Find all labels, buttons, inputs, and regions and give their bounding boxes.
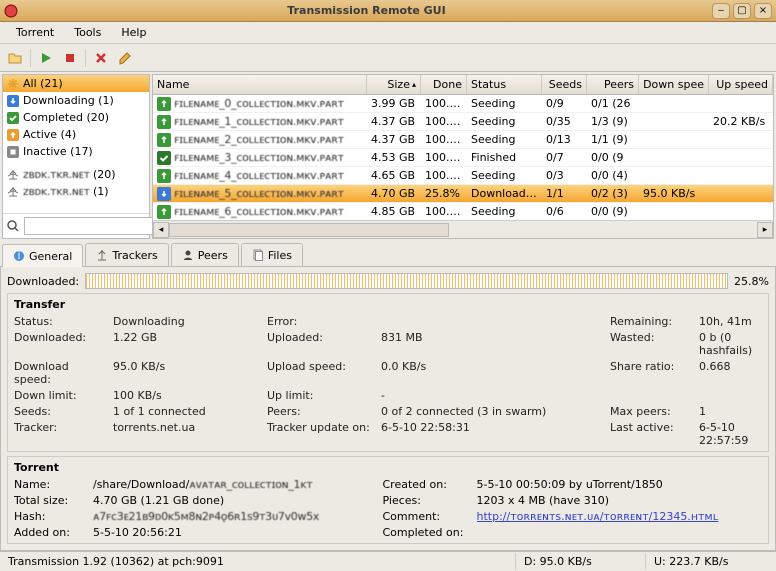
- sidebar: All (21)Downloading (1)Completed (20)Act…: [2, 74, 150, 239]
- status-connection: Transmission 1.92 (10362) at pch:9091: [0, 553, 516, 570]
- filter-item[interactable]: Inactive (17): [3, 143, 149, 160]
- status-icon: [157, 115, 171, 129]
- torrent-row[interactable]: ꜰɪʟᴇɴᴀᴍᴇ_2_ᴄᴏʟʟᴇᴄᴛɪᴏɴ.ᴍᴋᴠ.ᴘᴀʀᴛ4.37 GB100…: [153, 131, 773, 149]
- scroll-right-icon[interactable]: ▸: [757, 222, 773, 238]
- check-icon: [7, 112, 19, 124]
- svg-text:i: i: [17, 250, 20, 262]
- window-title: Transmission Remote GUI: [24, 4, 709, 17]
- tab-trackers[interactable]: Trackers: [85, 243, 168, 266]
- col-peers[interactable]: Peers: [587, 75, 639, 94]
- filter-item[interactable]: Downloading (1): [3, 92, 149, 109]
- transfer-title: Transfer: [14, 298, 762, 311]
- filter-item[interactable]: Active (4): [3, 126, 149, 143]
- titlebar: Transmission Remote GUI ‒ ▢ ×: [0, 0, 776, 22]
- asterisk-icon: [7, 78, 19, 90]
- torrent-title: Torrent: [14, 461, 762, 474]
- torrent-row[interactable]: ꜰɪʟᴇɴᴀᴍᴇ_3_ᴄᴏʟʟᴇᴄᴛɪᴏɴ.ᴍᴋᴠ.ᴘᴀʀᴛ4.53 GB100…: [153, 149, 773, 167]
- torrent-section: Torrent Name: /share/Download/ᴀᴠᴀᴛᴀʀ_ᴄᴏʟ…: [7, 456, 769, 544]
- downloaded-label: Downloaded:: [7, 275, 79, 288]
- status-icon: [157, 169, 171, 183]
- up-icon: [7, 129, 19, 141]
- app-icon: [4, 4, 18, 18]
- progress-bar: [85, 273, 728, 289]
- torrent-row[interactable]: ꜰɪʟᴇɴᴀᴍᴇ_0_ᴄᴏʟʟᴇᴄᴛɪᴏɴ.ᴍᴋᴠ.ᴘᴀʀᴛ3.99 GB100…: [153, 95, 773, 113]
- transfer-section: Transfer Status:Downloading Error: Remai…: [7, 293, 769, 452]
- statusbar: Transmission 1.92 (10362) at pch:9091 D:…: [0, 551, 776, 571]
- comment-link[interactable]: http://ᴛᴏʀʀᴇɴᴛꜱ.ɴᴇᴛ.ᴜᴀ/ᴛᴏʀʀᴇɴᴛ/12345.ʜᴛᴍ…: [477, 510, 763, 523]
- torrent-row[interactable]: ꜰɪʟᴇɴᴀᴍᴇ_5_ᴄᴏʟʟᴇᴄᴛɪᴏɴ.ᴍᴋᴠ.ᴘᴀʀᴛ4.70 GB25.…: [153, 185, 773, 203]
- column-headers: Name Size▴ Done Status Seeds Peers Down …: [153, 75, 773, 95]
- menu-tools[interactable]: Tools: [64, 24, 111, 41]
- col-status[interactable]: Status: [467, 75, 542, 94]
- minimize-button[interactable]: ‒: [712, 3, 730, 19]
- scroll-left-icon[interactable]: ◂: [153, 222, 169, 238]
- filter-item[interactable]: All (21): [3, 75, 149, 92]
- filter-item[interactable]: ᴢʙᴅᴋ.ᴛᴋʀ.ɴᴇᴛ (20): [3, 166, 149, 183]
- col-seeds[interactable]: Seeds: [542, 75, 587, 94]
- tracker-icon: [7, 186, 19, 198]
- col-upspeed[interactable]: Up speed: [709, 75, 773, 94]
- tab-peers[interactable]: Peers: [171, 243, 239, 266]
- col-downspeed[interactable]: Down spee: [639, 75, 709, 94]
- torrent-grid: Name Size▴ Done Status Seeds Peers Down …: [152, 74, 774, 239]
- search-icon: [6, 219, 20, 233]
- status-up: U: 223.7 KB/s: [646, 553, 776, 570]
- menu-torrent[interactable]: Torrent: [6, 24, 64, 41]
- toolbar: [0, 44, 776, 72]
- detail-tabs: iGeneral Trackers Peers Files: [0, 243, 776, 267]
- general-pane: Downloaded: 25.8% Transfer Status:Downlo…: [0, 267, 776, 551]
- start-button[interactable]: [35, 47, 57, 69]
- status-icon: [157, 151, 171, 165]
- remove-button[interactable]: [90, 47, 112, 69]
- horizontal-scrollbar[interactable]: ◂ ▸: [153, 220, 773, 238]
- tab-files[interactable]: Files: [241, 243, 303, 266]
- down-icon: [7, 95, 19, 107]
- preferences-button[interactable]: [114, 47, 136, 69]
- status-icon: [157, 187, 171, 201]
- status-icon: [157, 97, 171, 111]
- torrent-row[interactable]: ꜰɪʟᴇɴᴀᴍᴇ_1_ᴄᴏʟʟᴇᴄᴛɪᴏɴ.ᴍᴋᴠ.ᴘᴀʀᴛ4.37 GB100…: [153, 113, 773, 131]
- maximize-button[interactable]: ▢: [733, 3, 751, 19]
- menubar: Torrent Tools Help: [0, 22, 776, 44]
- status-icon: [157, 205, 171, 219]
- torrent-row[interactable]: ꜰɪʟᴇɴᴀᴍᴇ_4_ᴄᴏʟʟᴇᴄᴛɪᴏɴ.ᴍᴋᴠ.ᴘᴀʀᴛ4.65 GB100…: [153, 167, 773, 185]
- status-down: D: 95.0 KB/s: [516, 553, 646, 570]
- status-icon: [157, 133, 171, 147]
- progress-pct: 25.8%: [734, 275, 769, 288]
- col-done[interactable]: Done: [421, 75, 467, 94]
- col-size[interactable]: Size▴: [367, 75, 421, 94]
- tab-general[interactable]: iGeneral: [2, 244, 83, 267]
- filter-item[interactable]: Completed (20): [3, 109, 149, 126]
- menu-help[interactable]: Help: [111, 24, 156, 41]
- tracker-icon: [7, 169, 19, 181]
- close-button[interactable]: ×: [754, 3, 772, 19]
- stop-button[interactable]: [59, 47, 81, 69]
- open-button[interactable]: [4, 47, 26, 69]
- torrent-row[interactable]: ꜰɪʟᴇɴᴀᴍᴇ_6_ᴄᴏʟʟᴇᴄᴛɪᴏɴ.ᴍᴋᴠ.ᴘᴀʀᴛ4.85 GB100…: [153, 203, 773, 220]
- stop-icon: [7, 146, 19, 158]
- filter-item[interactable]: ᴢʙᴅᴋ.ᴛᴋʀ.ɴᴇᴛ (1): [3, 183, 149, 200]
- col-name[interactable]: Name: [153, 75, 367, 94]
